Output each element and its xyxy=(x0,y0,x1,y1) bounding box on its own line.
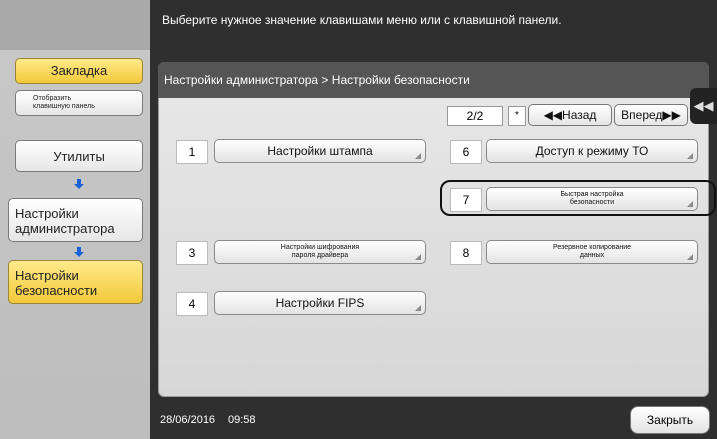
item-number: 6 xyxy=(450,140,482,164)
collapse-panel-icon[interactable]: ◀◀ xyxy=(690,88,717,124)
item-number: 4 xyxy=(176,292,208,316)
security-settings-label-2: безопасности xyxy=(15,283,98,298)
item-number: 8 xyxy=(450,241,482,265)
driver-password-label-1: Настройки шифрования xyxy=(280,244,360,251)
data-backup-button[interactable]: Резервное копирование данных xyxy=(486,240,698,264)
quick-security-label-2: безопасности xyxy=(569,199,615,206)
stamp-settings-button[interactable]: Настройки штампа xyxy=(214,139,426,163)
quick-security-label-1: Быстрая настройка xyxy=(560,191,624,198)
security-settings-label-1: Настройки xyxy=(15,268,79,283)
admin-settings-label-1: Настройки xyxy=(15,206,79,221)
star-marker: * xyxy=(508,106,526,126)
fips-settings-label: Настройки FIPS xyxy=(275,296,365,310)
date-display: 28/06/2016 xyxy=(160,414,216,426)
bookmark-button[interactable]: Закладка xyxy=(15,58,143,84)
data-backup-label-1: Резервное копирование xyxy=(552,244,632,251)
show-keypad-label-2: клавишную панель xyxy=(33,103,95,110)
utilities-button[interactable]: Утилиты xyxy=(15,140,143,172)
show-keypad-label-1: Отобразить xyxy=(33,95,72,102)
item-number: 3 xyxy=(176,241,208,265)
show-keypad-button[interactable]: Отобразить клавишную панель xyxy=(15,90,143,116)
fips-settings-button[interactable]: Настройки FIPS xyxy=(214,291,426,315)
left-panel-header xyxy=(0,0,150,50)
service-mode-access-button[interactable]: Доступ к режиму ТО xyxy=(486,139,698,163)
admin-settings-label-2: администратора xyxy=(15,221,115,236)
time-display: 09:58 xyxy=(228,414,256,426)
item-number: 7 xyxy=(450,188,482,212)
data-backup-label-2: данных xyxy=(579,252,605,259)
driver-password-encryption-button[interactable]: Настройки шифрования пароля драйвера xyxy=(214,240,426,264)
driver-password-label-2: пароля драйвера xyxy=(291,252,349,259)
breadcrumb: Настройки администратора > Настройки без… xyxy=(158,62,709,98)
page-indicator: 2/2 xyxy=(447,106,503,126)
forward-button[interactable]: Вперед▶▶ xyxy=(614,104,688,126)
close-button[interactable]: Закрыть xyxy=(630,406,710,434)
stamp-settings-label: Настройки штампа xyxy=(267,144,373,158)
screen: Закладка Отобразить клавишную панель Ути… xyxy=(0,0,717,439)
security-settings-button[interactable]: Настройки безопасности xyxy=(8,260,143,304)
admin-settings-button[interactable]: Настройки администратора xyxy=(8,198,143,242)
service-mode-access-label: Доступ к режиму ТО xyxy=(535,144,649,158)
quick-security-button[interactable]: Быстрая настройка безопасности xyxy=(486,187,698,211)
item-number: 1 xyxy=(176,140,208,164)
instruction-message: Выберите нужное значение клавишами меню … xyxy=(162,13,562,27)
back-button[interactable]: ◀◀Назад xyxy=(528,104,612,126)
